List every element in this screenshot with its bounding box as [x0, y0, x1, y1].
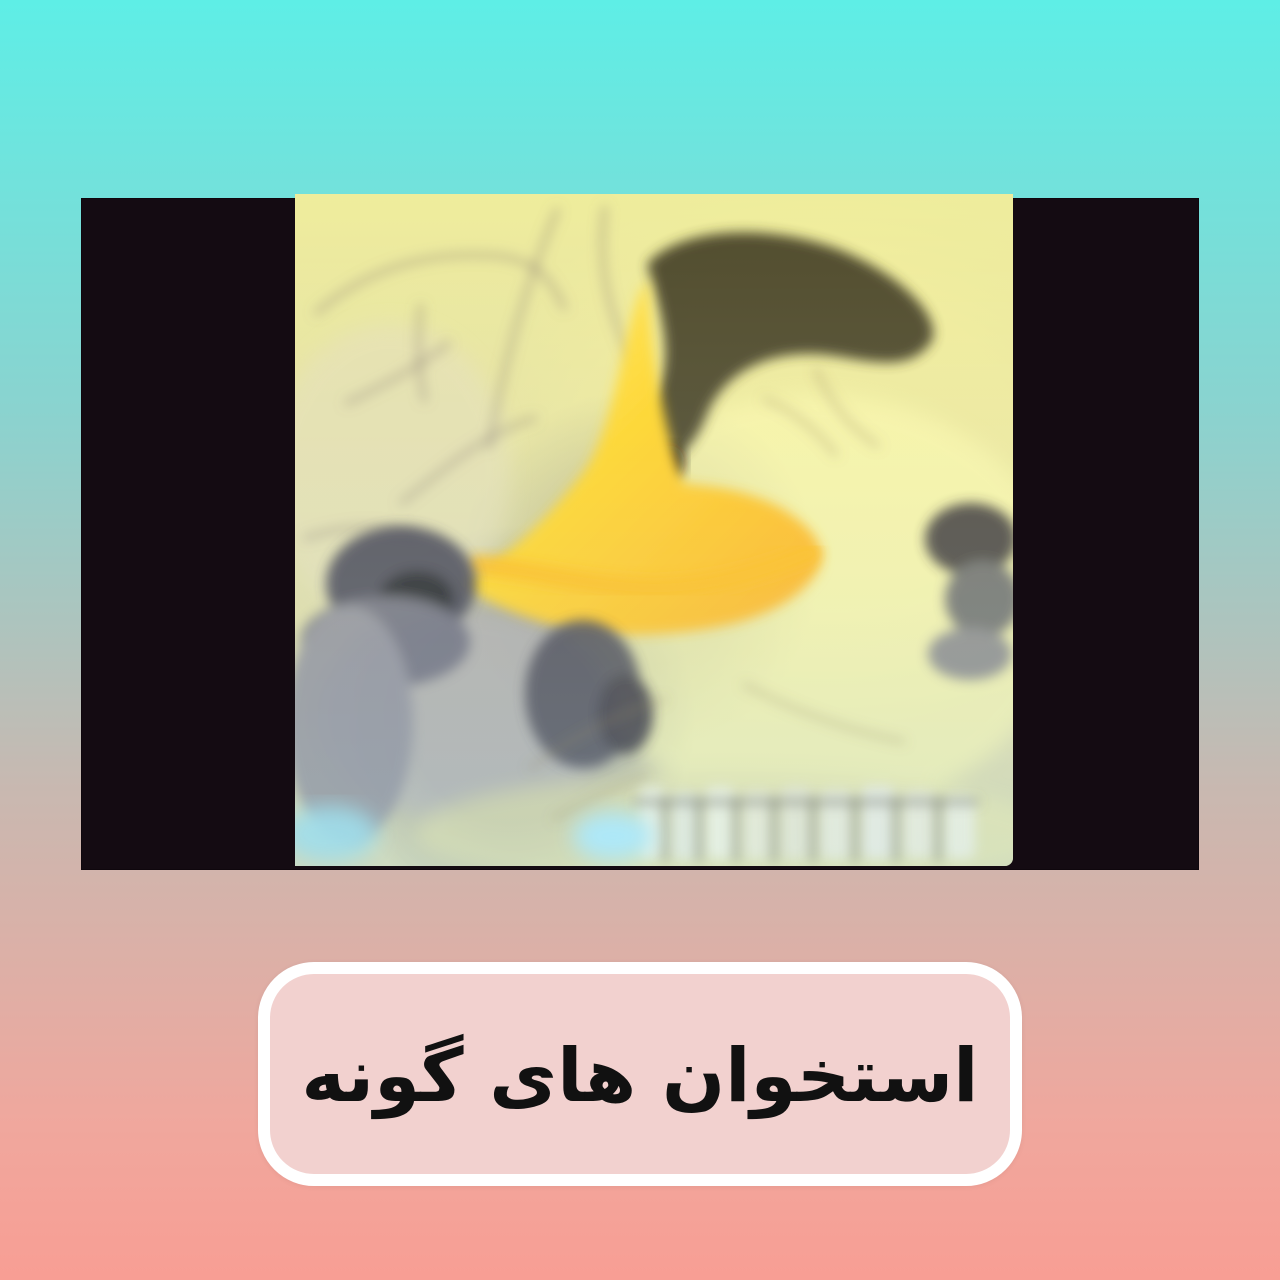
- caption-text: استخوان های گونه: [301, 1033, 979, 1119]
- skull-image-panel: [295, 194, 1013, 866]
- caption-box: استخوان های گونه: [258, 962, 1022, 1186]
- media-frame: [81, 194, 1199, 870]
- skull-illustration: [295, 194, 1013, 866]
